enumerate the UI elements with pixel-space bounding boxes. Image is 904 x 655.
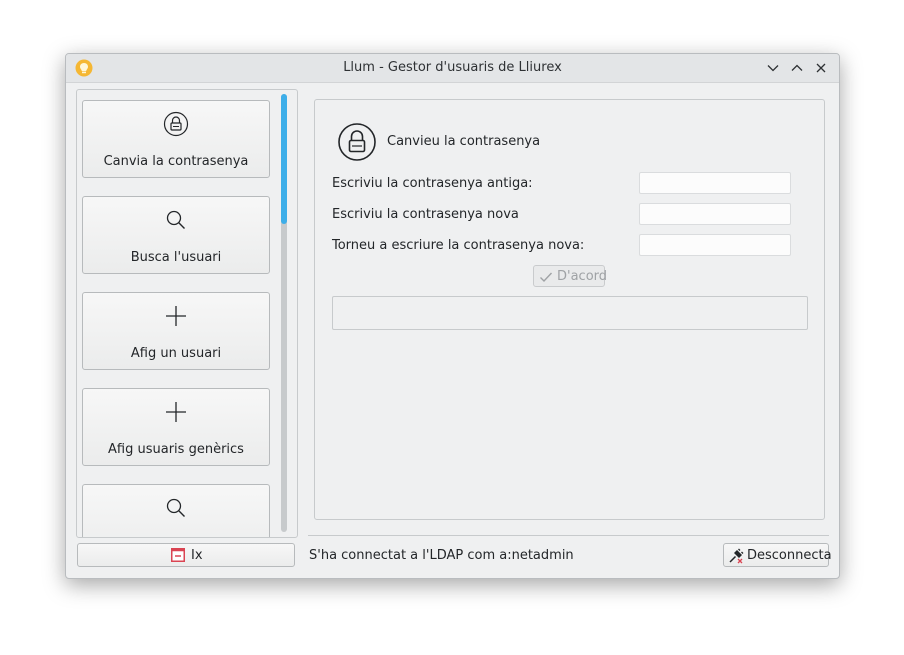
sidebar-item-search[interactable] <box>82 484 270 537</box>
exit-button-label: Ix <box>191 548 203 563</box>
search-icon <box>163 207 189 233</box>
new-password-field[interactable] <box>639 203 791 225</box>
search-icon <box>163 495 189 521</box>
window-title: Llum - Gestor d'usuaris de Lliurex <box>343 60 562 75</box>
repeat-password-field[interactable] <box>639 234 791 256</box>
sidebar-item-search-user[interactable]: Busca l'usuari <box>82 196 270 274</box>
plus-icon <box>163 303 189 329</box>
check-icon <box>540 272 553 283</box>
sidebar-item-label: Busca l'usuari <box>130 250 222 265</box>
ok-button[interactable]: D'acord <box>533 265 608 287</box>
panel-title: Canvieu la contrasenya <box>387 134 541 149</box>
minimize-button[interactable] <box>764 59 782 77</box>
sidebar-item-change-password[interactable]: Canvia la contrasenya <box>82 100 270 178</box>
exit-button[interactable]: Ix <box>77 543 295 567</box>
connection-status: S'ha connectat a l'LDAP com a:netadmin <box>309 548 574 563</box>
lock-icon <box>337 122 377 162</box>
new-password-label: Escriviu la contrasenya nova <box>332 207 519 222</box>
scrollbar-thumb[interactable] <box>281 94 287 224</box>
message-box <box>332 296 808 330</box>
plus-icon <box>163 399 189 425</box>
change-password-panel: Canvieu la contrasenya Escriviu la contr… <box>314 99 825 520</box>
disconnect-plug-icon <box>729 548 744 564</box>
sidebar: Canvia la contrasenya Busca l'usuari Afi… <box>76 89 298 538</box>
old-password-field[interactable] <box>639 172 791 194</box>
sidebar-item-label: Afig usuaris genèrics <box>108 442 244 457</box>
ok-button-label: D'acord <box>557 269 608 284</box>
disconnect-button[interactable]: Desconnecta <box>723 543 832 567</box>
sidebar-item-add-user[interactable]: Afig un usuari <box>82 292 270 370</box>
app-window: Llum - Gestor d'usuaris de Lliurex Canvi… <box>65 53 840 579</box>
sidebar-item-label: Canvia la contrasenya <box>103 154 249 169</box>
title-bar: Llum - Gestor d'usuaris de Lliurex <box>66 54 839 83</box>
lock-icon <box>163 111 189 137</box>
repeat-password-label: Torneu a escriure la contrasenya nova: <box>332 238 585 253</box>
old-password-label: Escriviu la contrasenya antiga: <box>332 176 533 191</box>
exit-icon <box>171 548 185 562</box>
disconnect-button-label: Desconnecta <box>747 548 832 563</box>
footer-separator <box>308 535 829 536</box>
sidebar-item-label: Afig un usuari <box>130 346 222 361</box>
sidebar-item-add-generic-users[interactable]: Afig usuaris genèrics <box>82 388 270 466</box>
close-button[interactable] <box>812 59 830 77</box>
sidebar-scrollbar[interactable] <box>281 94 287 532</box>
maximize-button[interactable] <box>788 59 806 77</box>
